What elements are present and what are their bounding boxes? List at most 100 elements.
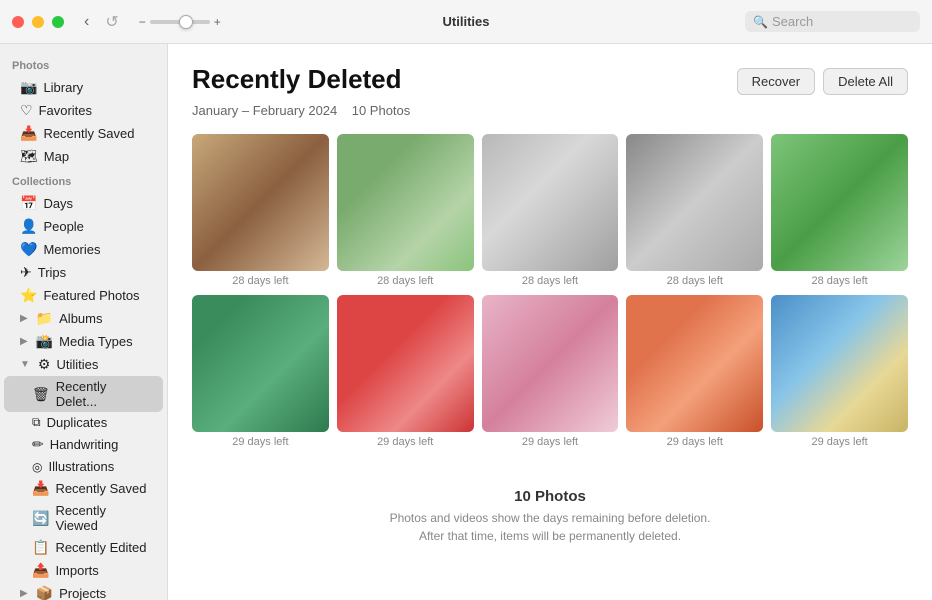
maximize-button[interactable] (52, 16, 64, 28)
days-left-label: 28 days left (377, 275, 433, 287)
photo-item-fruit2[interactable]: 29 days left (337, 295, 474, 448)
photo-item-girl1[interactable]: 28 days left (626, 134, 763, 287)
trash-icon: 🗑 (32, 386, 50, 403)
sidebar-item-illustrations[interactable]: ◎ Illustrations (4, 456, 163, 477)
photo-thumb-fruit2[interactable] (337, 295, 474, 432)
sidebar-item-recently-edited[interactable]: 📋 Recently Edited (4, 536, 163, 559)
sidebar-item-label: Recently Saved (55, 481, 151, 496)
albums-icon: 📁 (36, 310, 53, 327)
footer-info: 10 Photos Photos and videos show the day… (192, 472, 908, 545)
sidebar-item-recently-deleted[interactable]: 🗑 Recently Delet... (4, 376, 163, 412)
photo-item-fruit3[interactable]: 29 days left (626, 295, 763, 448)
photo-thumb-girl2[interactable] (771, 134, 908, 271)
sidebar-item-trips[interactable]: ✈ Trips (4, 261, 163, 284)
recover-button[interactable]: Recover (737, 68, 815, 95)
sidebar-item-featured-photos[interactable]: ⭐ Featured Photos (4, 284, 163, 307)
header-buttons: Recover Delete All (737, 68, 908, 95)
footer-description: Photos and videos show the days remainin… (192, 509, 908, 545)
sidebar-item-label: Imports (55, 563, 151, 578)
delete-all-button[interactable]: Delete All (823, 68, 908, 95)
photo-thumb-fruit1[interactable] (192, 295, 329, 432)
people-icon: 👤 (20, 218, 37, 235)
photo-thumb-dog3[interactable] (482, 134, 619, 271)
photo-item-dog1[interactable]: 28 days left (192, 134, 329, 287)
sidebar-item-memories[interactable]: 💙 Memories (4, 238, 163, 261)
days-left-label: 29 days left (811, 436, 867, 448)
sidebar-item-days[interactable]: 📅 Days (4, 192, 163, 215)
zoom-thumb[interactable] (179, 15, 193, 29)
photo-item-cake[interactable]: 29 days left (482, 295, 619, 448)
footer-line2: After that time, items will be permanent… (419, 529, 681, 543)
zoom-slider[interactable] (150, 20, 210, 24)
days-left-label: 28 days left (522, 275, 578, 287)
sidebar-item-label: Duplicates (47, 415, 151, 430)
days-left-label: 29 days left (522, 436, 578, 448)
content-header: Recently Deleted Recover Delete All (192, 64, 908, 95)
recently-edited-icon: 📋 (32, 539, 49, 556)
photo-item-dog3[interactable]: 28 days left (482, 134, 619, 287)
photo-thumb-fruit3[interactable] (626, 295, 763, 432)
sidebar-item-library[interactable]: 📷 Library (4, 76, 163, 99)
days-left-label: 28 days left (232, 275, 288, 287)
recently-saved-sub-icon: 📥 (32, 480, 49, 497)
photo-thumb-dog1[interactable] (192, 134, 329, 271)
titlebar: ‹ ↺ − + Utilities 🔍 (0, 0, 932, 44)
photo-thumb-dog2[interactable] (337, 134, 474, 271)
back-button[interactable]: ‹ (80, 11, 93, 33)
sidebar-item-label: Favorites (39, 103, 151, 118)
photo-image-girl1 (626, 134, 763, 271)
photo-thumb-beach[interactable] (771, 295, 908, 432)
photo-item-dog2[interactable]: 28 days left (337, 134, 474, 287)
days-icon: 📅 (20, 195, 37, 212)
close-button[interactable] (12, 16, 24, 28)
photo-thumb-cake[interactable] (482, 295, 619, 432)
sidebar-item-albums[interactable]: ▶ 📁 Albums (4, 307, 163, 330)
sidebar-item-label: Memories (43, 242, 151, 257)
sidebar-item-projects[interactable]: ▶ 📦 Projects (4, 582, 163, 600)
sidebar-item-handwriting[interactable]: ✏ Handwriting (4, 433, 163, 456)
photo-thumb-girl1[interactable] (626, 134, 763, 271)
favorites-icon: ♡ (20, 102, 33, 119)
sidebar-item-label: Recently Viewed (55, 503, 151, 533)
sidebar-section-collections: Collections (0, 168, 167, 192)
expand-icon: ▶ (20, 588, 28, 599)
rotate-button[interactable]: ↺ (101, 10, 122, 34)
sidebar-item-recently-saved[interactable]: 📥 Recently Saved (4, 122, 163, 145)
sidebar-item-utilities[interactable]: ▼ ⚙ Utilities (4, 353, 163, 376)
library-icon: 📷 (20, 79, 37, 96)
sidebar-item-favorites[interactable]: ♡ Favorites (4, 99, 163, 122)
sidebar: Photos 📷 Library ♡ Favorites 📥 Recently … (0, 44, 168, 600)
titlebar-nav: ‹ ↺ − + (80, 10, 221, 34)
handwriting-icon: ✏ (32, 436, 44, 453)
sidebar-item-recently-viewed[interactable]: 🔄 Recently Viewed (4, 500, 163, 536)
sidebar-item-label: Map (44, 149, 151, 164)
sidebar-item-map[interactable]: 🗺 Map (4, 145, 163, 168)
memories-icon: 💙 (20, 241, 37, 258)
photo-item-girl2[interactable]: 28 days left (771, 134, 908, 287)
sidebar-item-imports[interactable]: 📤 Imports (4, 559, 163, 582)
main-layout: Photos 📷 Library ♡ Favorites 📥 Recently … (0, 44, 932, 600)
zoom-minus: − (139, 15, 146, 29)
sidebar-section-photos: Photos (0, 52, 167, 76)
photos-grid: 28 days left28 days left28 days left28 d… (192, 134, 908, 448)
photo-item-fruit1[interactable]: 29 days left (192, 295, 329, 448)
search-box[interactable]: 🔍 (745, 11, 920, 32)
photo-image-cake (482, 295, 619, 432)
sidebar-item-duplicates[interactable]: ⧉ Duplicates (4, 412, 163, 433)
projects-icon: 📦 (36, 585, 53, 600)
minimize-button[interactable] (32, 16, 44, 28)
sidebar-item-recently-saved-sub[interactable]: 📥 Recently Saved (4, 477, 163, 500)
sidebar-item-media-types[interactable]: ▶ 📸 Media Types (4, 330, 163, 353)
photo-item-beach[interactable]: 29 days left (771, 295, 908, 448)
sidebar-item-people[interactable]: 👤 People (4, 215, 163, 238)
expand-icon: ▶ (20, 336, 28, 347)
search-input[interactable] (772, 14, 912, 29)
days-left-label: 29 days left (667, 436, 723, 448)
footer-line1: Photos and videos show the days remainin… (390, 511, 711, 525)
featured-icon: ⭐ (20, 287, 37, 304)
sidebar-item-label: People (43, 219, 151, 234)
expand-icon: ▼ (20, 359, 30, 370)
photo-image-girl2 (771, 134, 908, 271)
zoom-slider-container: − + (139, 15, 221, 29)
content-subtitle: January – February 2024 10 Photos (192, 103, 908, 118)
